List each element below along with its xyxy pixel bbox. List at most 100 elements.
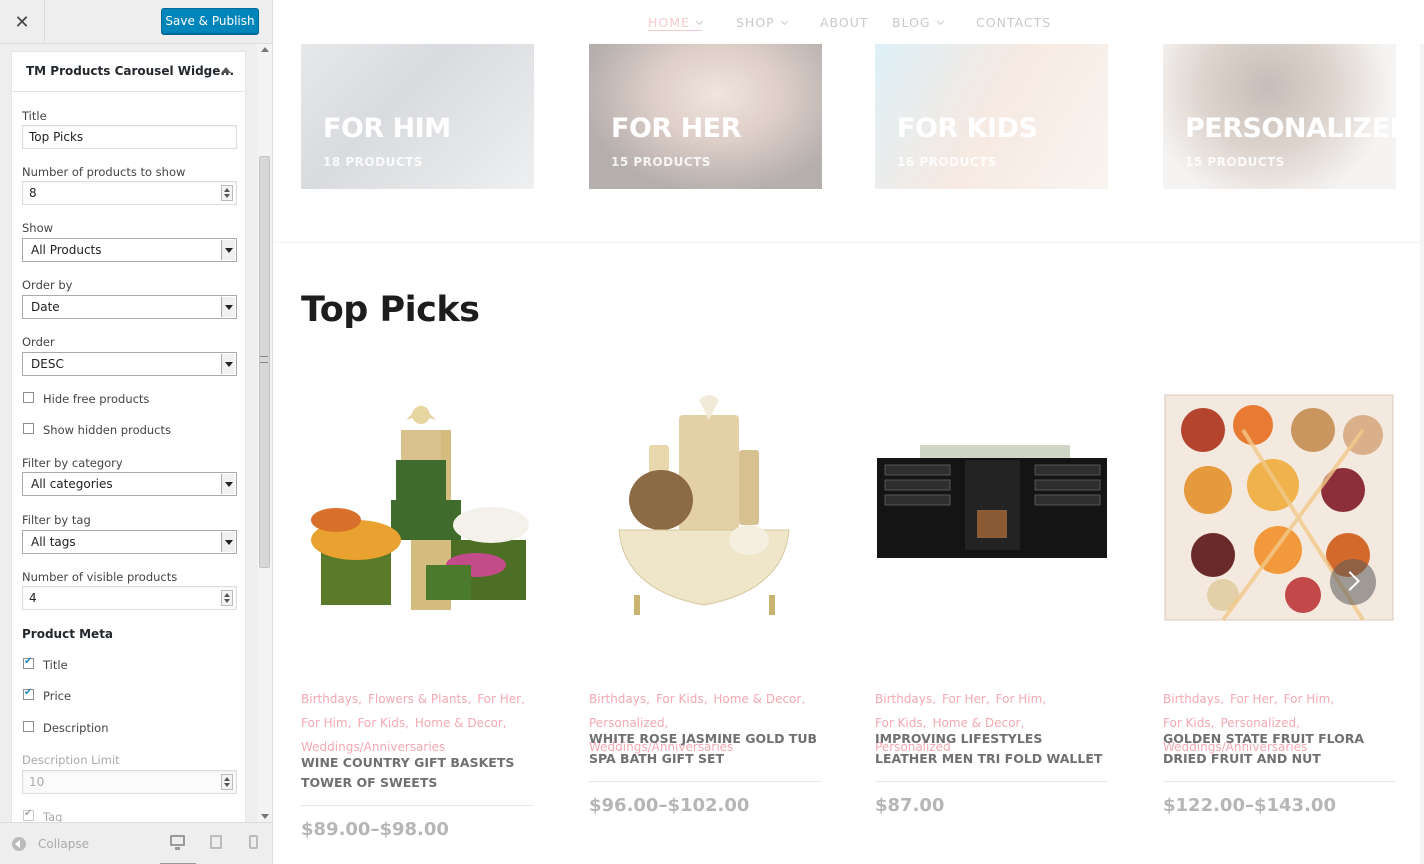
collapse-label[interactable]: Collapse — [38, 837, 89, 851]
customizer-footer: Collapse — [0, 822, 272, 864]
close-customizer-button[interactable]: ✕ — [0, 0, 45, 44]
category-link[interactable]: Birthdays, — [1163, 687, 1224, 711]
hide-free-label: Hide free products — [43, 392, 150, 406]
visible-products-input[interactable]: 4 — [22, 586, 237, 610]
description-limit-label: Description Limit — [22, 753, 120, 767]
carousel-next-button[interactable] — [1330, 559, 1376, 605]
num-products-label: Number of products to show — [22, 165, 186, 179]
category-count: 15 PRODUCTS — [611, 155, 711, 169]
dropdown-arrow-icon — [221, 474, 235, 494]
category-link[interactable]: For Her, — [477, 687, 525, 711]
customizer-sidebar: ✕ Save & Publish TM Products Carousel Wi… — [0, 0, 273, 864]
visible-products-label: Number of visible products — [22, 570, 178, 584]
product-name[interactable]: GOLDEN STATE FRUIT FLORA DRIED FRUIT AND… — [1163, 729, 1396, 769]
category-link[interactable]: For Her, — [1230, 687, 1278, 711]
products-carousel-widget-panel: TM Products Carousel Widge... Title Top … — [11, 51, 246, 831]
product-name[interactable]: WINE COUNTRY GIFT BASKETS TOWER OF SWEET… — [301, 753, 534, 793]
order-by-select[interactable]: Date — [22, 295, 237, 319]
product-divider — [301, 805, 534, 806]
meta-title-label: Title — [43, 658, 68, 672]
meta-description-checkbox[interactable] — [23, 721, 34, 732]
section-title: Top Picks — [301, 290, 480, 330]
chevron-down-icon — [695, 17, 703, 26]
category-banner-for-kids[interactable]: FOR KIDS 16 PRODUCTS — [875, 43, 1108, 189]
order-select[interactable]: DESC — [22, 352, 237, 376]
category-link[interactable]: For Him, — [996, 687, 1046, 711]
category-link[interactable]: For Him, — [301, 711, 351, 735]
product-image-gift-tower[interactable] — [301, 390, 534, 625]
category-link[interactable]: Flowers & Plants, — [368, 687, 471, 711]
description-limit-value: 10 — [29, 775, 45, 789]
show-hidden-label: Show hidden products — [43, 423, 172, 437]
category-link[interactable]: For Kids, — [357, 711, 408, 735]
category-link[interactable]: Birthdays, — [301, 687, 362, 711]
customizer-header: ✕ Save & Publish — [0, 0, 272, 44]
category-link[interactable]: For Her, — [942, 687, 990, 711]
nav-about[interactable]: ABOUT — [820, 15, 869, 30]
collapse-arrow-icon[interactable] — [221, 67, 231, 73]
title-input[interactable]: Top Picks — [22, 125, 237, 149]
nav-contacts[interactable]: CONTACTS — [976, 15, 1051, 30]
preview-scrollbar[interactable] — [1420, 44, 1424, 864]
num-products-value: 8 — [29, 186, 37, 200]
visible-products-stepper[interactable] — [221, 590, 233, 606]
widget-title-bar[interactable]: TM Products Carousel Widge... — [12, 52, 245, 92]
product-image-wallet[interactable] — [875, 390, 1108, 625]
category-count: 18 PRODUCTS — [323, 155, 423, 169]
title-label: Title — [22, 109, 47, 123]
scroll-up-icon[interactable] — [261, 47, 269, 52]
num-products-input[interactable]: 8 — [22, 181, 237, 205]
category-count: 15 PRODUCTS — [1185, 155, 1285, 169]
product-name[interactable]: WHITE ROSE JASMINE GOLD TUB SPA BATH GIF… — [589, 729, 822, 769]
close-icon: ✕ — [14, 11, 30, 33]
main-navigation: HOME SHOP ABOUT BLOG CONTACTS — [274, 0, 1424, 44]
nav-shop[interactable]: SHOP — [736, 15, 788, 30]
category-link[interactable]: Home & Decor, — [713, 687, 805, 711]
meta-description-label: Description — [43, 721, 109, 735]
dropdown-arrow-icon — [221, 240, 235, 260]
category-link[interactable]: For Him, — [1284, 687, 1334, 711]
desktop-preview-icon[interactable] — [170, 835, 185, 850]
category-link[interactable]: Birthdays, — [589, 687, 650, 711]
description-limit-input[interactable]: 10 — [22, 770, 237, 794]
product-divider — [875, 781, 1108, 782]
category-banner-for-her[interactable]: FOR HER 15 PRODUCTS — [589, 43, 822, 189]
product-image-spa-tub[interactable] — [589, 390, 822, 625]
category-link[interactable]: Birthdays, — [875, 687, 936, 711]
show-select[interactable]: All Products — [22, 238, 237, 262]
nav-blog-label: BLOG — [892, 15, 931, 30]
description-limit-stepper[interactable] — [221, 774, 233, 790]
category-title: FOR HER — [611, 113, 741, 144]
order-by-value: Date — [31, 300, 60, 314]
mobile-preview-icon[interactable] — [249, 835, 258, 849]
order-by-label: Order by — [22, 278, 73, 292]
filter-category-label: Filter by category — [22, 456, 123, 470]
meta-title-checkbox[interactable] — [23, 656, 34, 669]
category-banner-personalized[interactable]: PERSONALIZED 15 PRODUCTS — [1163, 43, 1396, 189]
product-meta-heading: Product Meta — [22, 627, 114, 641]
filter-tag-select[interactable]: All tags — [22, 530, 237, 554]
filter-category-select[interactable]: All categories — [22, 472, 237, 496]
hide-free-checkbox[interactable] — [23, 392, 34, 403]
site-preview: HOME SHOP ABOUT BLOG CONTACTS FOR HIM 18… — [274, 0, 1424, 864]
nav-blog[interactable]: BLOG — [892, 15, 944, 30]
product-price: $122.00–$143.00 — [1163, 795, 1336, 816]
sidebar-scrollbar[interactable] — [257, 44, 272, 822]
meta-price-checkbox[interactable] — [23, 687, 34, 700]
meta-tag-checkbox[interactable] — [23, 808, 34, 821]
scroll-down-icon[interactable] — [261, 814, 269, 819]
tablet-preview-icon[interactable] — [210, 835, 222, 849]
product-name[interactable]: IMPROVING LIFESTYLES LEATHER MEN TRI FOL… — [875, 729, 1108, 769]
product-price: $96.00–$102.00 — [589, 795, 750, 816]
collapse-icon[interactable] — [12, 837, 26, 851]
visible-products-value: 4 — [29, 591, 37, 605]
category-banner-for-him[interactable]: FOR HIM 18 PRODUCTS — [301, 43, 534, 189]
category-link[interactable]: Home & Decor, — [415, 711, 507, 735]
show-hidden-checkbox[interactable] — [23, 423, 34, 434]
category-title: FOR KIDS — [897, 113, 1038, 144]
save-publish-button[interactable]: Save & Publish — [161, 8, 259, 34]
category-title: PERSONALIZED — [1185, 113, 1396, 144]
nav-home[interactable]: HOME — [648, 15, 703, 31]
category-link[interactable]: For Kids, — [656, 687, 707, 711]
num-products-stepper[interactable] — [221, 185, 233, 201]
